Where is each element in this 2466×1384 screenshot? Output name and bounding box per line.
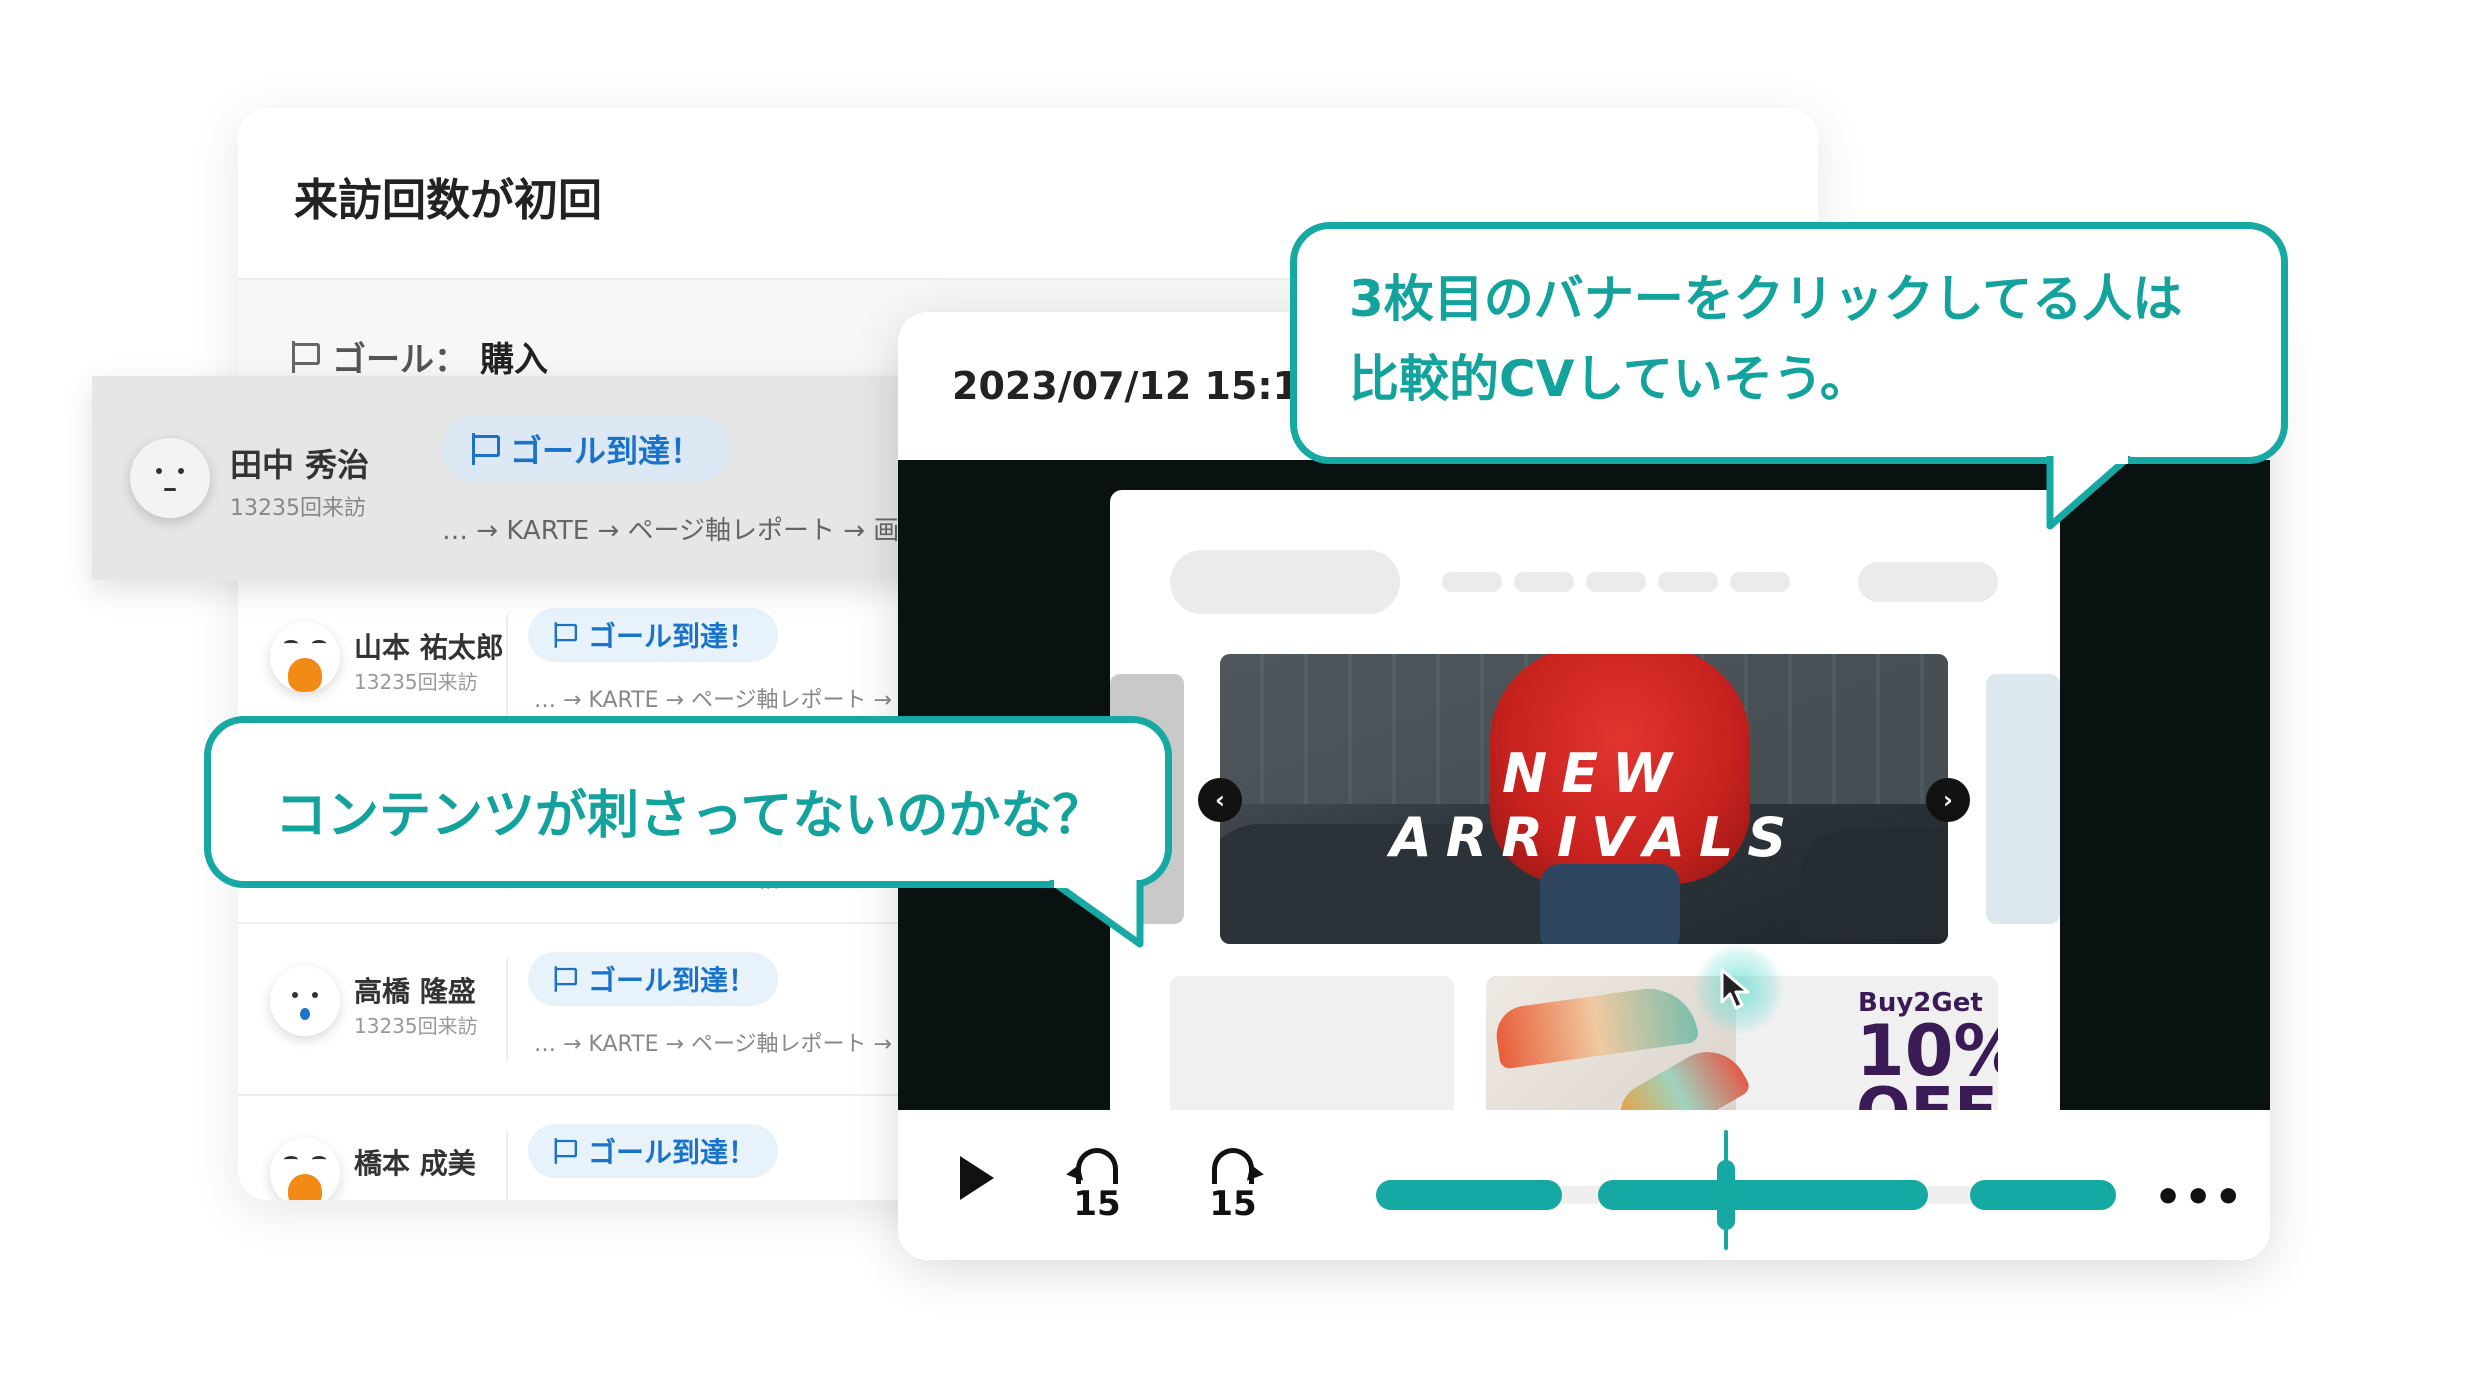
badge-label: ゴール到達！ xyxy=(588,964,757,997)
bubble-line2: 比較的CVしていそう。 xyxy=(1349,350,1870,408)
badge-label: ゴール到達！ xyxy=(588,620,757,653)
divider xyxy=(506,614,508,718)
more-icon[interactable]: ••• xyxy=(2154,1172,2244,1223)
bubble-tail xyxy=(2046,456,2133,530)
flag-icon xyxy=(553,622,577,648)
timeline-segment[interactable] xyxy=(1970,1180,2116,1210)
visit-count: 13235回来訪 xyxy=(230,496,366,521)
avatar xyxy=(130,438,210,518)
page-path: … → KARTE → ページ軸レポート → 画 xyxy=(442,516,900,546)
segment-title: 来訪回数が初回 xyxy=(294,175,602,226)
skip-forward-seconds: 15 xyxy=(1209,1184,1257,1224)
visit-count: 13235回来訪 xyxy=(354,670,478,694)
chevron-right-icon[interactable]: › xyxy=(1926,778,1970,822)
banner-text-line1: NEW xyxy=(1502,742,1686,805)
flag-icon xyxy=(470,433,500,465)
timeline-segment[interactable] xyxy=(1376,1180,1562,1210)
product-card-placeholder xyxy=(1170,976,1454,1110)
banner-text-line2: ARRIVALS xyxy=(1390,806,1801,869)
bubble-tail xyxy=(1047,880,1144,948)
page-path: … → KARTE → ページ軸レポート → xyxy=(534,688,892,713)
speech-bubble-insight: 3枚目のバナーをクリックしてる人は 比較的CVしていそう。 xyxy=(1290,222,2288,464)
goal-reached-badge: ゴール到達！ xyxy=(442,416,731,482)
badge-label: ゴール到達！ xyxy=(588,1136,757,1169)
goal-label: ゴール： 購入 xyxy=(290,332,548,381)
goal-label-text: ゴール： xyxy=(332,340,468,380)
goal-reached-badge: ゴール到達！ xyxy=(528,1124,779,1178)
chevron-left-icon[interactable]: ‹ xyxy=(1198,778,1242,822)
stage: 来訪回数が初回 ゴール： 購入 山本 祐太郎 13235回来訪 ゴール到達！ …… xyxy=(0,0,2466,1384)
flag-icon xyxy=(553,1138,577,1164)
speech-bubble-question: コンテンツが刺さってないのかな？ xyxy=(204,716,1172,888)
play-icon[interactable] xyxy=(960,1156,994,1200)
user-name: 高橋 隆盛 xyxy=(354,975,476,1008)
user-name: 橋本 成美 xyxy=(354,1147,476,1180)
skip-back-icon[interactable]: 15 xyxy=(1062,1140,1132,1230)
nav-placeholder xyxy=(1658,572,1718,592)
divider xyxy=(506,958,508,1062)
bubble-text: コンテンツが刺さってないのかな？ xyxy=(275,786,1105,846)
nav-placeholder xyxy=(1442,572,1502,592)
session-row-selected[interactable]: 田中 秀治 13235回来訪 ゴール到達！ … → KARTE → ページ軸レポ… xyxy=(92,376,972,580)
avatar xyxy=(270,622,340,692)
flag-icon xyxy=(553,966,577,992)
goal-value: 購入 xyxy=(480,340,548,380)
nav-placeholder xyxy=(1514,572,1574,592)
user-name: 田中 秀治 xyxy=(230,446,370,484)
flag-icon xyxy=(290,340,320,373)
player-controls: 15 15 ••• xyxy=(898,1110,2270,1260)
page-path: … → KARTE → ページ軸レポート → xyxy=(534,1032,892,1057)
button-placeholder xyxy=(1858,562,1998,602)
skip-back-seconds: 15 xyxy=(1073,1184,1121,1224)
cursor-icon xyxy=(1720,968,1750,1010)
playhead-handle[interactable] xyxy=(1717,1160,1735,1230)
avatar xyxy=(270,966,340,1036)
timeline-segment[interactable] xyxy=(1598,1180,1928,1210)
nav-placeholder xyxy=(1730,572,1790,592)
site-mockup: NEW ARRIVALS ‹ › Buy2Get 10% OFF xyxy=(1110,490,2060,1110)
skip-forward-icon[interactable]: 15 xyxy=(1198,1140,1268,1230)
goal-reached-badge: ゴール到達！ xyxy=(528,952,779,1006)
promo-off: OFF xyxy=(1856,1080,1998,1110)
goal-reached-badge: ゴール到達！ xyxy=(528,608,779,662)
nav-placeholder xyxy=(1586,572,1646,592)
bubble-line1: 3枚目のバナーをクリックしてる人は xyxy=(1349,270,2183,328)
carousel-next-slide xyxy=(1986,674,2060,924)
user-name: 山本 祐太郎 xyxy=(354,631,504,664)
avatar xyxy=(270,1138,340,1200)
divider xyxy=(506,1130,508,1200)
logo-placeholder xyxy=(1170,550,1400,614)
visit-count: 13235回来訪 xyxy=(354,1014,478,1038)
carousel-banner[interactable]: NEW ARRIVALS xyxy=(1220,654,1948,944)
badge-label: ゴール到達！ xyxy=(510,432,703,470)
